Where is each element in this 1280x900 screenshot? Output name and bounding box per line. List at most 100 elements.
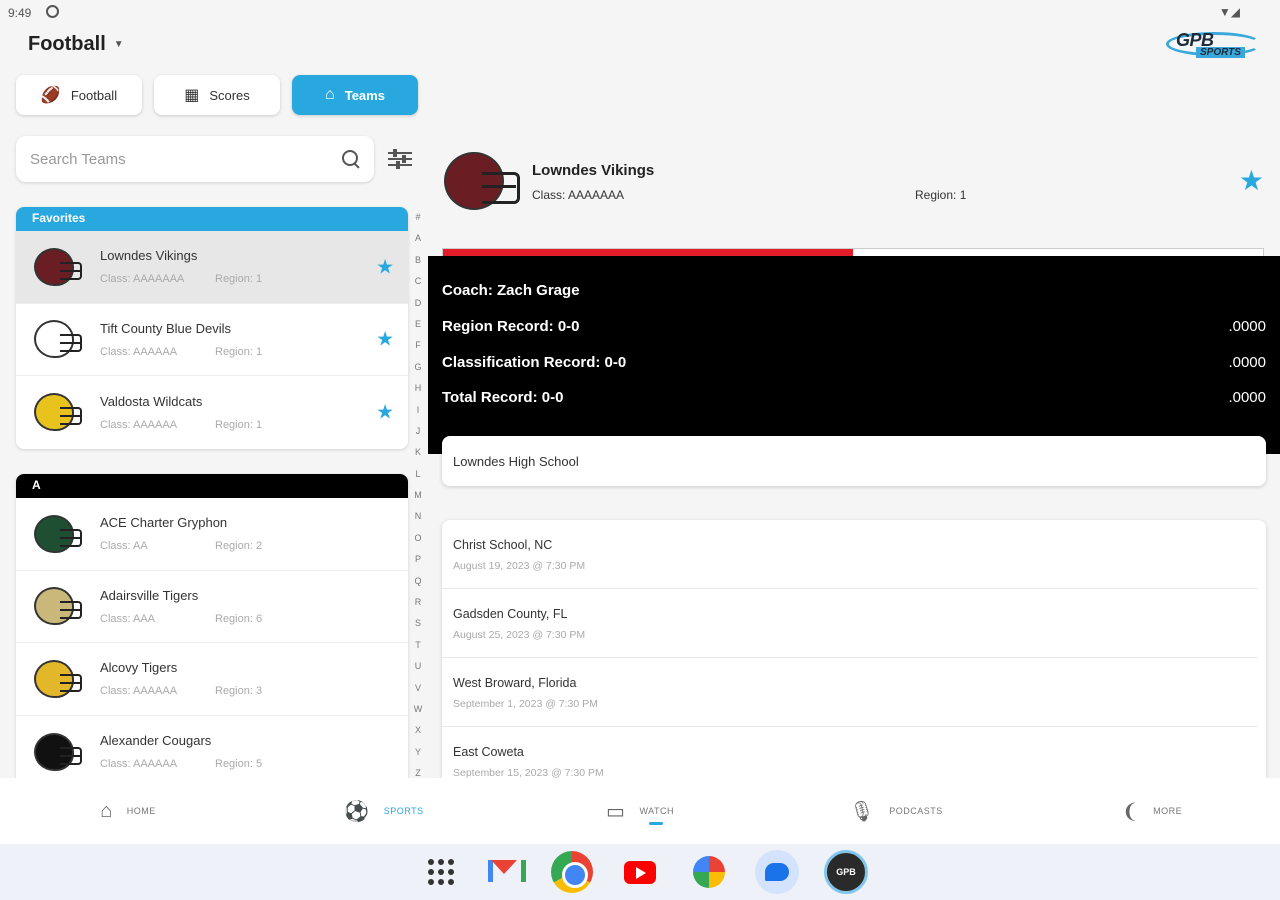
team-region: Region: 6	[215, 612, 263, 625]
alpha-index-letter[interactable]: K	[415, 442, 421, 463]
alpha-index-letter[interactable]: N	[415, 506, 422, 527]
helmet-icon	[32, 585, 84, 627]
watch-icon: ▭	[606, 800, 626, 823]
team-name: Tift County Blue Devils	[100, 320, 232, 336]
alpha-index-letter[interactable]: I	[417, 400, 420, 421]
alpha-index-letter[interactable]: G	[414, 357, 421, 378]
alpha-index-letter[interactable]: A	[415, 228, 421, 249]
team-class: Class: AA	[100, 540, 148, 553]
team-class: Class: AAAAAA	[100, 685, 178, 698]
school-card[interactable]: Lowndes High School	[442, 436, 1266, 486]
alpha-index-letter[interactable]: W	[414, 699, 423, 720]
alpha-index-letter[interactable]: B	[415, 250, 421, 271]
favorite-star-icon[interactable]: ★	[1239, 164, 1264, 197]
app-drawer-icon[interactable]	[419, 850, 463, 894]
list-item[interactable]: Lowndes Vikings Class: AAAAAAA Region: 1 …	[16, 231, 408, 304]
alpha-index-letter[interactable]: F	[415, 335, 421, 356]
section-tabs: 🏈 Football ▦ Scores ⌂ Teams	[16, 75, 418, 115]
gpb-sports-logo: GPB SPORTS	[1166, 28, 1264, 62]
schedule-item[interactable]: Gadsden County, FL August 25, 2023 @ 7:3…	[442, 589, 1258, 658]
nav-sports[interactable]: ⚽ Sports	[256, 778, 512, 844]
filter-icon[interactable]	[388, 148, 412, 170]
list-item[interactable]: Tift County Blue Devils Class: AAAAAA Reg…	[16, 304, 408, 376]
team-class: Class: AAAAAA	[100, 758, 178, 771]
alpha-index-letter[interactable]: V	[415, 678, 421, 699]
sport-dropdown[interactable]: Football ▼	[28, 33, 124, 56]
list-item[interactable]: Adairsville Tigers Class: AAA Region: 6	[16, 571, 408, 643]
detail-team-region: Region: 1	[915, 188, 967, 202]
schedule-item[interactable]: Christ School, NC August 19, 2023 @ 7:30…	[442, 520, 1258, 589]
nav-watch[interactable]: ▭ Watch	[512, 778, 768, 844]
alpha-index-letter[interactable]: X	[415, 720, 421, 741]
game-date: August 25, 2023 @ 7:30 PM	[453, 629, 586, 641]
star-icon[interactable]: ★	[376, 400, 394, 425]
alpha-index-letter[interactable]: U	[415, 656, 422, 677]
list-item[interactable]: Alexander Cougars Class: AAAAAA Region: 5	[16, 716, 408, 779]
tab-football[interactable]: 🏈 Football	[16, 75, 142, 115]
notification-icon	[46, 5, 59, 18]
game-opponent: Christ School, NC	[453, 538, 553, 552]
record-panel: Coach: Zach Grage Region Record: 0-0 .00…	[428, 256, 1280, 454]
record-label: Total Record: 0-0	[442, 389, 564, 406]
youtube-icon[interactable]	[618, 850, 662, 894]
alpha-index-letter[interactable]: P	[415, 549, 421, 570]
nav-home[interactable]: ⌂ Home	[0, 778, 256, 844]
game-opponent: West Broward, Florida	[453, 676, 577, 690]
favorites-list: Favorites Lowndes Vikings Class: AAAAAAA…	[16, 207, 408, 449]
team-class: Class: AAAAAA	[100, 345, 178, 358]
chevron-down-icon: ▼	[113, 39, 124, 50]
record-row: Total Record: 0-0 .0000	[442, 389, 1266, 406]
team-class: Class: AAA	[100, 612, 156, 625]
tab-football-label: Football	[70, 87, 118, 103]
alpha-index-letter[interactable]: H	[415, 378, 422, 399]
list-item[interactable]: Valdosta Wildcats Class: AAAAAA Region: 1…	[16, 376, 408, 449]
alpha-index-letter[interactable]: J	[416, 421, 421, 442]
home-icon: ⌂	[100, 799, 113, 822]
star-icon[interactable]: ★	[376, 327, 394, 352]
tab-teams[interactable]: ⌂ Teams	[292, 75, 418, 115]
nav-label: Sports	[383, 806, 424, 816]
schedule-item[interactable]: West Broward, Florida September 1, 2023 …	[442, 658, 1258, 727]
alphabet-index[interactable]: # A B C D E F G H I J K L M N O P Q R S T U V W X Y Z	[411, 207, 425, 785]
alpha-index-letter[interactable]: Y	[415, 742, 421, 763]
messages-icon[interactable]	[755, 850, 799, 894]
helmet-icon	[32, 513, 84, 555]
alpha-index-letter[interactable]: R	[415, 592, 422, 613]
alpha-index-letter[interactable]: T	[415, 635, 421, 656]
record-label: Region Record: 0-0	[442, 318, 580, 335]
status-time: 9:49	[8, 6, 32, 20]
star-icon[interactable]: ★	[376, 254, 394, 279]
alpha-index-letter[interactable]: L	[415, 464, 420, 485]
photos-icon[interactable]	[687, 850, 731, 894]
tab-scores[interactable]: ▦ Scores	[154, 75, 280, 115]
team-region: Region: 2	[215, 540, 263, 553]
list-item[interactable]: Alcovy Tigers Class: AAAAAA Region: 3	[16, 643, 408, 716]
alpha-index-letter[interactable]: D	[415, 293, 422, 314]
nav-more[interactable]: ❨ More	[1024, 778, 1280, 844]
helmet-icon	[32, 246, 84, 288]
schedule-list: Christ School, NC August 19, 2023 @ 7:30…	[442, 520, 1266, 778]
nav-podcasts[interactable]: 🎙 Podcasts	[768, 778, 1024, 844]
search-input[interactable]	[30, 150, 342, 168]
alpha-index-letter[interactable]: E	[415, 314, 421, 335]
search-bar	[16, 136, 374, 182]
scoreboard-icon: ▦	[184, 87, 200, 104]
record-pct: .0000	[1228, 389, 1266, 406]
list-item[interactable]: ACE Charter Gryphon Class: AA Region: 2	[16, 498, 408, 571]
chrome-icon[interactable]	[550, 850, 594, 894]
alpha-index-letter[interactable]: M	[414, 485, 422, 506]
gmail-icon[interactable]	[482, 850, 526, 894]
tab-teams-label: Teams	[344, 87, 385, 103]
alpha-index-letter[interactable]: Q	[414, 571, 421, 592]
alpha-index-letter[interactable]: O	[414, 528, 421, 549]
search-icon[interactable]	[342, 150, 360, 168]
tab-scores-label: Scores	[209, 87, 250, 103]
gpb-sports-app-icon[interactable]: GPB	[824, 850, 868, 894]
favorites-header: Favorites	[16, 207, 408, 231]
wifi-battery-icon: ▼◢	[1218, 5, 1240, 19]
microphone-icon: 🎙	[849, 800, 876, 823]
alpha-index-letter[interactable]: C	[415, 271, 422, 292]
schedule-item[interactable]: East Coweta September 15, 2023 @ 7:30 PM	[442, 727, 1258, 778]
alpha-index-letter[interactable]: #	[415, 207, 420, 228]
alpha-index-letter[interactable]: S	[415, 613, 421, 634]
